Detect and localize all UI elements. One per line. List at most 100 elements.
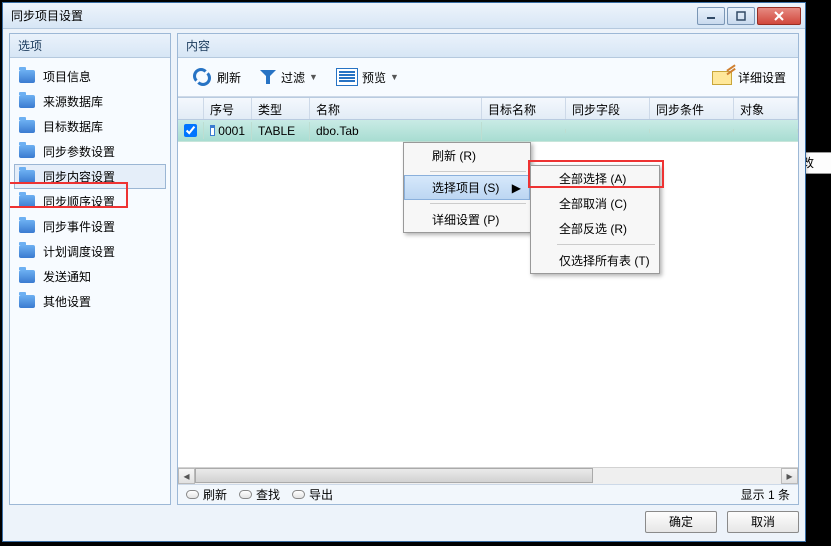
preview-button[interactable]: 预览 ▼: [329, 64, 406, 90]
folder-icon: [19, 270, 35, 283]
detail-settings-button[interactable]: 详细设置: [706, 66, 792, 89]
folder-icon: [19, 170, 35, 183]
sidebar-item-notify[interactable]: 发送通知: [14, 264, 166, 289]
col-target[interactable]: 目标名称: [482, 98, 566, 119]
ok-button[interactable]: 确定: [645, 511, 717, 533]
sidebar-item-label: 同步顺序设置: [43, 193, 115, 210]
col-seq[interactable]: 序号: [204, 98, 252, 119]
sidebar-item-target-db[interactable]: 目标数据库: [14, 114, 166, 139]
col-name[interactable]: 名称: [310, 98, 482, 119]
scroll-track[interactable]: [195, 468, 781, 484]
horizontal-scrollbar[interactable]: ◂ ▸: [178, 467, 798, 484]
folder-icon: [19, 295, 35, 308]
menu-label: 选择项目 (S): [432, 181, 499, 195]
side-list: 项目信息 来源数据库 目标数据库 同步参数设置 同步内容设置 同步顺序设置 同步…: [10, 58, 170, 504]
pill-icon: [239, 490, 252, 499]
preview-icon: [336, 68, 358, 86]
sidebar-item-sync-order[interactable]: 同步顺序设置: [14, 189, 166, 214]
sidebar-item-label: 目标数据库: [43, 118, 103, 135]
submenu-tables-only[interactable]: 仅选择所有表 (T): [531, 248, 659, 273]
minimize-button[interactable]: [697, 7, 725, 25]
refresh-icon: [191, 66, 213, 88]
scroll-right-button[interactable]: ▸: [781, 468, 798, 484]
dialog-footer: 确定 取消: [9, 509, 799, 535]
sidebar-item-label: 计划调度设置: [43, 243, 115, 260]
chevron-down-icon: ▼: [390, 72, 399, 82]
folder-icon: [19, 120, 35, 133]
scroll-left-button[interactable]: ◂: [178, 468, 195, 484]
status-label: 查找: [256, 486, 280, 503]
folder-icon: [19, 145, 35, 158]
filter-icon: [259, 68, 277, 86]
filter-button[interactable]: 过滤 ▼: [252, 64, 325, 90]
sidebar-item-label: 同步内容设置: [43, 168, 115, 185]
submenu-select-all[interactable]: 全部选择 (A): [531, 166, 659, 191]
sidebar-item-source-db[interactable]: 来源数据库: [14, 89, 166, 114]
status-label: 刷新: [203, 486, 227, 503]
main-panel: 内容 刷新 过滤 ▼ 预览 ▼ 详细设置 序号 类型 名称 目标名称 同步字段 同步…: [177, 33, 799, 505]
col-obj[interactable]: 对象: [734, 98, 798, 119]
table-row[interactable]: 0001 TABLE dbo.Tab: [178, 120, 798, 142]
button-label: 详细设置: [738, 69, 786, 86]
sidebar-item-label: 其他设置: [43, 293, 91, 310]
status-refresh[interactable]: 刷新: [186, 486, 227, 503]
folder-icon: [19, 195, 35, 208]
col-cond[interactable]: 同步条件: [650, 98, 734, 119]
folder-icon: [19, 220, 35, 233]
folder-icon: [19, 70, 35, 83]
dialog-window: 同步项目设置 选项 项目信息 来源数据库 目标数据库 同步参数设置 同步内容设置…: [2, 2, 806, 542]
folder-icon: [19, 245, 35, 258]
submenu-invert[interactable]: 全部反选 (R): [531, 216, 659, 241]
toolbar: 刷新 过滤 ▼ 预览 ▼ 详细设置: [178, 58, 798, 97]
grid-header: 序号 类型 名称 目标名称 同步字段 同步条件 对象: [178, 98, 798, 120]
sidebar-item-sync-content[interactable]: 同步内容设置: [14, 164, 166, 189]
sidebar-item-schedule[interactable]: 计划调度设置: [14, 239, 166, 264]
main-header: 内容: [178, 34, 798, 58]
side-header: 选项: [10, 34, 170, 58]
table-icon: [210, 125, 215, 136]
menu-refresh[interactable]: 刷新 (R): [404, 143, 530, 168]
col-field[interactable]: 同步字段: [566, 98, 650, 119]
sidebar-item-label: 发送通知: [43, 268, 91, 285]
arrow-right-icon: ▶: [512, 181, 521, 195]
folder-icon: [19, 95, 35, 108]
menu-detail[interactable]: 详细设置 (P): [404, 207, 530, 232]
side-panel: 选项 项目信息 来源数据库 目标数据库 同步参数设置 同步内容设置 同步顺序设置…: [9, 33, 171, 505]
grid: 序号 类型 名称 目标名称 同步字段 同步条件 对象 0001 TABLE db…: [178, 97, 798, 504]
cell-type: TABLE: [252, 122, 310, 140]
sidebar-item-project-info[interactable]: 项目信息: [14, 64, 166, 89]
sidebar-item-other[interactable]: 其他设置: [14, 289, 166, 314]
detail-icon: [712, 69, 734, 85]
menu-select-items[interactable]: 选择项目 (S) ▶: [404, 175, 530, 200]
sidebar-item-label: 来源数据库: [43, 93, 103, 110]
col-checkbox[interactable]: [178, 98, 204, 119]
button-label: 预览: [362, 69, 386, 86]
status-export[interactable]: 导出: [292, 486, 333, 503]
status-count: 显示 1 条: [741, 486, 790, 503]
col-type[interactable]: 类型: [252, 98, 310, 119]
button-label: 刷新: [217, 69, 241, 86]
close-button[interactable]: [757, 7, 801, 25]
status-find[interactable]: 查找: [239, 486, 280, 503]
sidebar-item-sync-events[interactable]: 同步事件设置: [14, 214, 166, 239]
window-title: 同步项目设置: [7, 7, 697, 24]
maximize-button[interactable]: [727, 7, 755, 25]
scroll-thumb[interactable]: [195, 468, 593, 483]
pill-icon: [292, 490, 305, 499]
button-label: 过滤: [281, 69, 305, 86]
chevron-down-icon: ▼: [309, 72, 318, 82]
sidebar-item-sync-params[interactable]: 同步参数设置: [14, 139, 166, 164]
context-submenu: 全部选择 (A) 全部取消 (C) 全部反选 (R) 仅选择所有表 (T): [530, 165, 660, 274]
cell-name: dbo.Tab: [310, 122, 482, 140]
sidebar-item-label: 同步事件设置: [43, 218, 115, 235]
context-menu: 刷新 (R) 选择项目 (S) ▶ 详细设置 (P): [403, 142, 531, 233]
cell-seq: 0001: [218, 124, 245, 138]
refresh-button[interactable]: 刷新: [184, 62, 248, 92]
titlebar: 同步项目设置: [3, 3, 805, 29]
cancel-button[interactable]: 取消: [727, 511, 799, 533]
submenu-deselect-all[interactable]: 全部取消 (C): [531, 191, 659, 216]
sidebar-item-label: 项目信息: [43, 68, 91, 85]
status-label: 导出: [309, 486, 333, 503]
row-checkbox[interactable]: [184, 124, 197, 137]
grid-statusbar: 刷新 查找 导出 显示 1 条: [178, 484, 798, 504]
